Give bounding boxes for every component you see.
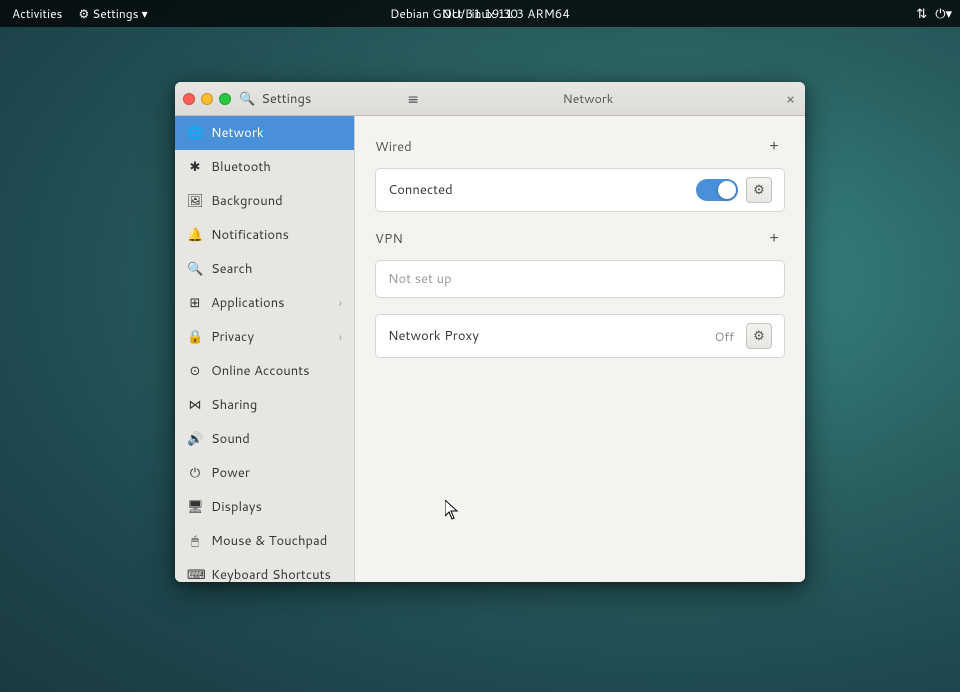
sidebar-online-accounts-label: Online Accounts [211, 362, 310, 380]
topbar: Activities ⚙ Settings ▾ Debian GNU/Linux… [0, 0, 960, 27]
vpn-not-setup-card: Not set up [375, 260, 785, 298]
system-menu-icon[interactable]: ⏻▾ [935, 5, 952, 23]
window-close-button[interactable] [183, 93, 195, 105]
power-icon: ⏻ [187, 464, 203, 482]
titlebar-settings-label: Settings [261, 90, 311, 108]
sidebar-item-privacy[interactable]: 🔒 Privacy › [175, 320, 354, 354]
wired-section-header: Wired + [375, 136, 785, 158]
bluetooth-icon: ✱ [187, 158, 203, 176]
sound-icon: 🔊 [187, 430, 203, 448]
vpn-section: VPN + Not set up [375, 228, 785, 298]
settings-label: Settings [92, 5, 138, 22]
titlebar-sidebar-area: 🔍 Settings ≡ [239, 89, 419, 109]
window-body: 🌐 Network ✱ Bluetooth 🖼 Background 🔔 Not… [175, 116, 805, 582]
window-titlebar: 🔍 Settings ≡ Network × [175, 82, 805, 116]
sidebar-item-online-accounts[interactable]: ⊙ Online Accounts [175, 354, 354, 388]
search-sidebar-icon: 🔍 [187, 260, 203, 278]
sidebar-item-applications[interactable]: ⊞ Applications › [175, 286, 354, 320]
network-icon: 🌐 [187, 124, 203, 142]
sidebar-sound-label: Sound [211, 430, 250, 448]
applications-chevron-icon: › [339, 295, 342, 311]
sidebar-item-mouse-touchpad[interactable]: 🖱 Mouse & Touchpad [175, 524, 354, 558]
wired-gear-button[interactable]: ⚙ [746, 177, 772, 203]
settings-menu-button[interactable]: ⚙ Settings ▾ [79, 5, 148, 22]
sidebar-item-power[interactable]: ⏻ Power [175, 456, 354, 490]
proxy-label: Network Proxy [388, 327, 707, 345]
sidebar-bluetooth-label: Bluetooth [211, 158, 271, 176]
mouse-icon: 🖱 [187, 532, 203, 550]
vpn-not-setup-label: Not set up [388, 270, 452, 288]
topbar-datetime-area: Oct 31 19:30 [442, 0, 518, 27]
sidebar-keyboard-label: Keyboard Shortcuts [211, 566, 331, 582]
sidebar-background-label: Background [211, 192, 283, 210]
vpn-section-header: VPN + [375, 228, 785, 250]
settings-gear-icon: ⚙ [79, 5, 90, 22]
sidebar-mouse-label: Mouse & Touchpad [211, 532, 327, 550]
privacy-icon: 🔒 [187, 328, 203, 346]
wired-network-card: Connected ⚙ [375, 168, 785, 212]
network-title: Network [563, 90, 614, 108]
online-accounts-icon: ⊙ [187, 362, 203, 380]
wired-add-button[interactable]: + [763, 136, 785, 158]
topbar-left: Activities ⚙ Settings ▾ [8, 3, 148, 24]
network-status-icon: ⇅ [916, 5, 927, 23]
background-icon: 🖼 [187, 192, 203, 210]
wired-connected-label: Connected [388, 181, 688, 199]
sidebar-search-label: Search [211, 260, 252, 278]
main-content-area: Wired + Connected ⚙ VPN [355, 116, 805, 582]
wired-section-title: Wired [375, 138, 412, 156]
topbar-right: ⇅ ⏻▾ [916, 5, 952, 23]
sidebar-item-network[interactable]: 🌐 Network [175, 116, 354, 150]
sidebar-item-keyboard-shortcuts[interactable]: ⌨ Keyboard Shortcuts [175, 558, 354, 582]
privacy-chevron-icon: › [339, 329, 342, 345]
proxy-gear-button[interactable]: ⚙ [746, 323, 772, 349]
keyboard-icon: ⌨ [187, 566, 203, 582]
sidebar-displays-label: Displays [211, 498, 262, 516]
vpn-add-button[interactable]: + [763, 228, 785, 250]
displays-icon: 🖥 [187, 498, 203, 516]
sidebar-item-background[interactable]: 🖼 Background [175, 184, 354, 218]
proxy-gear-icon: ⚙ [753, 328, 765, 344]
vpn-section-title: VPN [375, 230, 403, 248]
desktop: 🔍 Settings ≡ Network × 🌐 Network ✱ [0, 27, 960, 692]
titlebar-search-icon: 🔍 [239, 90, 255, 108]
window-close-x-button[interactable]: × [786, 89, 795, 109]
settings-window: 🔍 Settings ≡ Network × 🌐 Network ✱ [175, 82, 805, 582]
sidebar-item-search[interactable]: 🔍 Search [175, 252, 354, 286]
sidebar-sharing-label: Sharing [211, 396, 257, 414]
sidebar-privacy-label: Privacy [211, 328, 254, 346]
window-minimize-button[interactable] [201, 93, 213, 105]
settings-sidebar: 🌐 Network ✱ Bluetooth 🖼 Background 🔔 Not… [175, 116, 355, 582]
sidebar-item-sharing[interactable]: ⋈ Sharing [175, 388, 354, 422]
proxy-item: Network Proxy Off ⚙ [376, 315, 784, 357]
sidebar-item-sound[interactable]: 🔊 Sound [175, 422, 354, 456]
window-main-title: Network [563, 90, 614, 108]
datetime-label: Oct 31 19:30 [442, 5, 518, 22]
activities-button[interactable]: Activities [8, 3, 67, 24]
sidebar-item-bluetooth[interactable]: ✱ Bluetooth [175, 150, 354, 184]
sharing-icon: ⋈ [187, 396, 203, 414]
proxy-status-label: Off [715, 328, 735, 345]
window-controls [183, 93, 231, 105]
sidebar-power-label: Power [211, 464, 250, 482]
hamburger-menu-button[interactable]: ≡ [407, 89, 419, 109]
wired-toggle-switch[interactable] [696, 179, 738, 201]
sidebar-item-notifications[interactable]: 🔔 Notifications [175, 218, 354, 252]
sidebar-item-displays[interactable]: 🖥 Displays [175, 490, 354, 524]
sidebar-network-label: Network [211, 124, 264, 142]
sidebar-applications-label: Applications [211, 294, 285, 312]
window-maximize-button[interactable] [219, 93, 231, 105]
wired-connected-item: Connected ⚙ [376, 169, 784, 211]
settings-arrow-icon: ▾ [142, 5, 148, 22]
notifications-icon: 🔔 [187, 226, 203, 244]
sidebar-notifications-label: Notifications [211, 226, 289, 244]
applications-icon: ⊞ [187, 294, 203, 312]
network-proxy-card: Network Proxy Off ⚙ [375, 314, 785, 358]
wired-gear-icon: ⚙ [753, 182, 765, 198]
